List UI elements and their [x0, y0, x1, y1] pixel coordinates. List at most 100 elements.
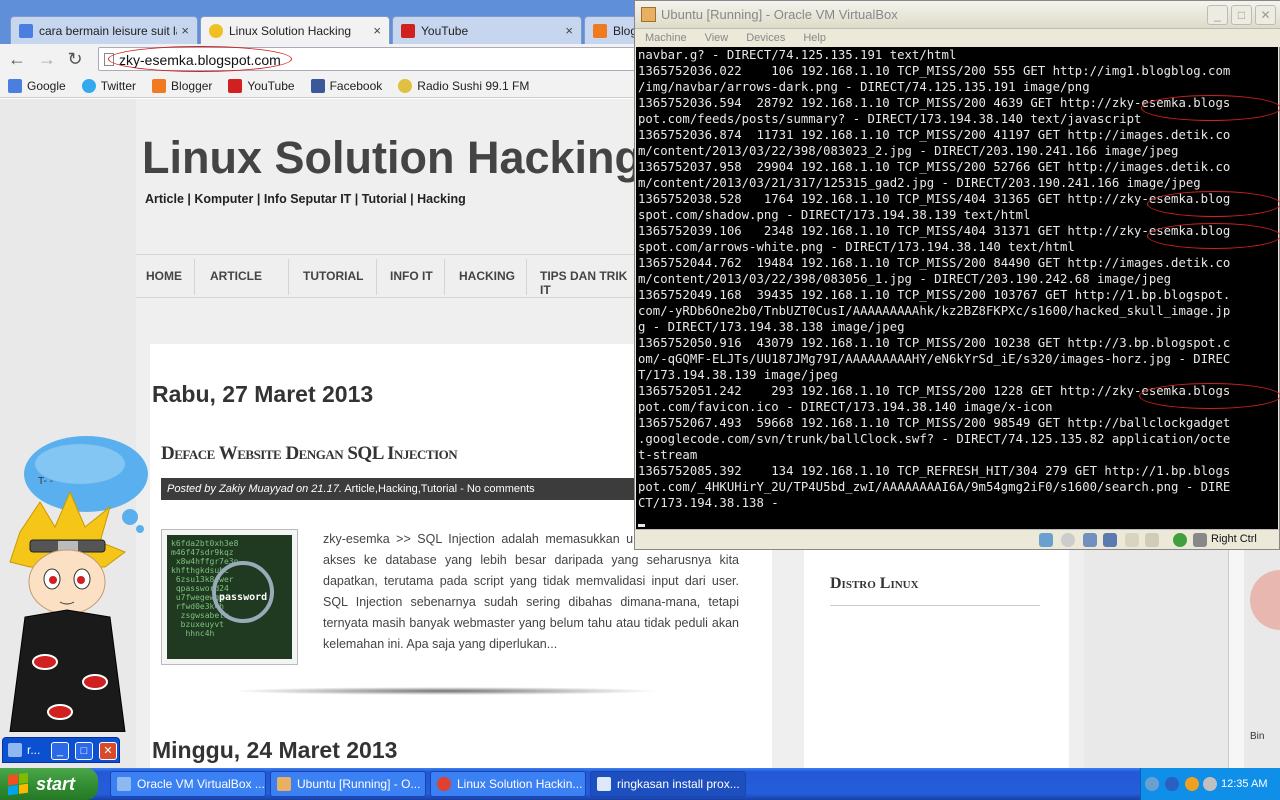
tab-linux-solution-hacking[interactable]: Linux Solution Hacking ×	[200, 16, 390, 44]
radio-icon	[398, 78, 413, 93]
back-arrow-icon[interactable]: ←	[6, 48, 28, 70]
task-chrome[interactable]: Linux Solution Hackin...	[430, 771, 586, 797]
blogger-icon	[593, 23, 607, 38]
background-window-scrollbar[interactable]	[1228, 548, 1244, 768]
shared-folder-icon[interactable]	[1125, 533, 1139, 547]
post-date-header: Rabu, 27 Maret 2013	[152, 381, 374, 407]
mouse-integration-icon[interactable]	[1173, 533, 1187, 547]
menu-tutorial[interactable]: TUTORIAL	[303, 269, 363, 283]
task-ubuntu-vm[interactable]: Ubuntu [Running] - O...	[270, 771, 426, 797]
tray-app-icon[interactable]	[1185, 777, 1199, 791]
task-virtualbox-manager[interactable]: Oracle VM VirtualBox ...	[110, 771, 266, 797]
maximize-icon[interactable]: □	[1231, 5, 1252, 25]
terminal-line: /img/navbar/arrows-dark.png - DIRECT/74.…	[638, 80, 1090, 94]
menu-divider	[288, 259, 289, 295]
red-annotation-circle	[1139, 383, 1280, 409]
hard-disk-icon[interactable]	[1039, 533, 1053, 547]
minimized-window-title: r...	[27, 743, 41, 757]
bookmark-facebook[interactable]: Facebook	[310, 78, 383, 93]
task-document[interactable]: ringkasan install prox...	[590, 771, 746, 797]
bookmark-blogger[interactable]: Blogger	[152, 78, 213, 93]
cd-drive-icon[interactable]	[1061, 533, 1075, 547]
youtube-icon	[401, 23, 415, 38]
clock: 12:35 AM	[1221, 778, 1268, 790]
close-icon[interactable]: ×	[181, 23, 189, 38]
close-icon[interactable]: ×	[373, 23, 381, 38]
menu-view[interactable]: View	[705, 32, 729, 44]
post-thumbnail[interactable]: k6fda2bt0xh3e8 m46f47sdr9kqz x8w4hffgr7e…	[161, 529, 298, 665]
sidebar-divider	[830, 605, 1040, 606]
bookmark-label: YouTube	[247, 78, 295, 93]
terminal-line: 1365752085.392 134 192.168.1.10 TCP_REFR…	[638, 464, 1231, 478]
terminal-line: com/-yRDb6One2b0/TnbUZT0CusI/AAAAAAAAAhk…	[638, 304, 1231, 318]
virtualbox-titlebar[interactable]: Ubuntu [Running] - Oracle VM VirtualBox …	[635, 1, 1280, 29]
bookmark-label: Facebook	[329, 78, 383, 93]
window-icon	[8, 743, 22, 757]
terminal-line: 1365752050.916 43079 192.168.1.10 TCP_MI…	[638, 336, 1231, 350]
display-icon[interactable]	[1145, 533, 1159, 547]
menu-machine[interactable]: Machine	[645, 32, 687, 44]
menu-devices[interactable]: Devices	[746, 32, 785, 44]
post-title-link[interactable]: Deface Website Dengan SQL Injection	[161, 443, 458, 465]
tray-expand-icon[interactable]	[1145, 777, 1159, 791]
red-annotation-circle	[108, 46, 292, 72]
close-icon[interactable]: ✕	[1255, 5, 1276, 25]
menu-help[interactable]: Help	[803, 32, 826, 44]
bookmark-youtube[interactable]: YouTube	[228, 78, 295, 93]
keyboard-capture-icon[interactable]	[1193, 533, 1207, 547]
bookmark-radio-sushi[interactable]: Radio Sushi 99.1 FM	[398, 78, 529, 93]
virtualbox-menubar: Machine View Devices Help	[635, 29, 1280, 47]
red-annotation-circle	[1147, 191, 1280, 217]
terminal-line: CT/173.194.38.138 -	[638, 496, 779, 510]
tab-youtube[interactable]: YouTube ×	[392, 16, 582, 44]
red-annotation-circle	[1147, 223, 1280, 249]
menu-home[interactable]: HOME	[146, 269, 182, 283]
blog-menu: HOME ARTICLE TUTORIAL INFO IT HACKING TI…	[136, 254, 636, 298]
minimize-icon[interactable]: _	[51, 742, 69, 760]
start-label: start	[36, 773, 76, 794]
tab-label: YouTube	[421, 23, 469, 38]
task-label: Linux Solution Hackin...	[457, 777, 583, 791]
blog-description: Article | Komputer | Info Seputar IT | T…	[145, 192, 466, 206]
menu-hacking[interactable]: HACKING	[459, 269, 515, 283]
volume-icon[interactable]	[1203, 777, 1217, 791]
terminal-line: 1365752044.762 19484 192.168.1.10 TCP_MI…	[638, 256, 1231, 270]
bookmark-google[interactable]: Google	[8, 78, 66, 93]
network-icon[interactable]	[1165, 777, 1179, 791]
minimize-icon[interactable]: _	[1207, 5, 1228, 25]
taskbar: start Oracle VM VirtualBox ... Ubuntu [R…	[0, 768, 1280, 800]
post-labels-link[interactable]: Article,Hacking,Tutorial	[344, 483, 457, 495]
tab-label: Linux Solution Hacking	[229, 23, 352, 38]
close-icon[interactable]: ×	[565, 23, 573, 38]
windows-flag-icon	[8, 772, 28, 796]
terminal-cursor	[638, 524, 645, 527]
forward-arrow-icon[interactable]: →	[36, 48, 58, 70]
terminal-line: 1365752067.493 59668 192.168.1.10 TCP_MI…	[638, 416, 1231, 430]
bookmark-label: Google	[27, 78, 66, 93]
terminal-line: m/content/2013/03/22/398/083056_1.jpg - …	[638, 272, 1172, 286]
close-icon[interactable]: ✕	[99, 742, 117, 760]
start-button[interactable]: start	[0, 768, 98, 800]
google-icon	[8, 78, 22, 93]
blogger-icon	[152, 78, 167, 93]
chrome-icon	[437, 777, 451, 791]
reload-icon[interactable]: ↻	[64, 48, 86, 70]
terminal-line: pot.com/_4HKUHirY_2U/TP4U5bd_zwI/AAAAAAA…	[638, 480, 1231, 494]
menu-article[interactable]: ARTICLE	[210, 269, 262, 283]
minimized-window[interactable]: r... _ □ ✕	[2, 737, 120, 763]
terminal-line: t-stream	[638, 448, 698, 462]
menu-divider	[526, 259, 527, 295]
network-icon[interactable]	[1103, 533, 1117, 547]
blog-title[interactable]: Linux Solution Hacking	[142, 132, 642, 184]
post-comments-link[interactable]: - No comments	[460, 483, 535, 495]
menu-info-it[interactable]: INFO IT	[390, 269, 433, 283]
usb-icon[interactable]	[1083, 533, 1097, 547]
post-divider-shadow	[230, 687, 660, 695]
bookmark-twitter[interactable]: Twitter	[81, 78, 136, 93]
maximize-icon[interactable]: □	[75, 742, 93, 760]
tab-cara-bermain[interactable]: cara bermain leisure suit larr ×	[10, 16, 198, 44]
terminal-line: 1365752036.022 106 192.168.1.10 TCP_MISS…	[638, 64, 1231, 78]
bookmark-label: Blogger	[171, 78, 213, 93]
menu-tips-dan-trik-it[interactable]: TIPS DAN TRIK IT	[540, 269, 636, 297]
background-window-label: Bin	[1250, 731, 1265, 742]
